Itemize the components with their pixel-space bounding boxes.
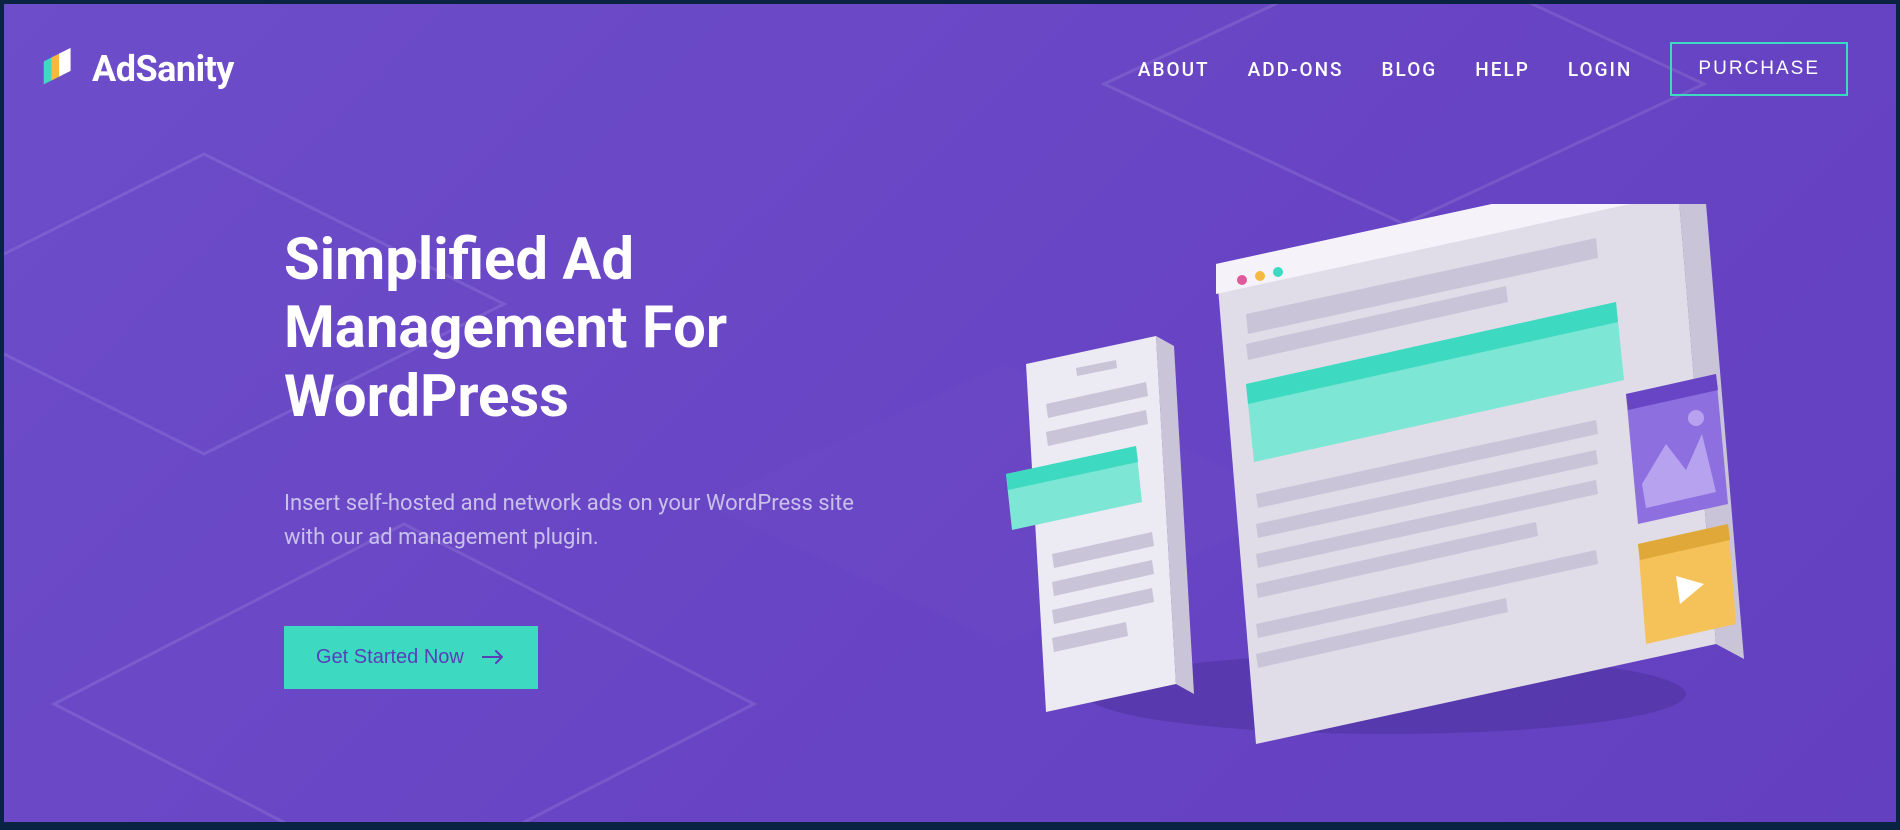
logo-text: AdSanity <box>92 48 234 90</box>
arrow-right-icon <box>482 649 506 665</box>
hero-copy: Simplified Ad Management For WordPress I… <box>284 226 944 689</box>
logo[interactable]: AdSanity <box>38 46 234 92</box>
cta-label: Get Started Now <box>316 646 464 669</box>
hero-subtitle: Insert self-hosted and network ads on yo… <box>284 487 884 555</box>
nav-blog[interactable]: BLOG <box>1382 58 1438 81</box>
purchase-button[interactable]: PURCHASE <box>1670 42 1848 96</box>
nav-help[interactable]: HELP <box>1475 58 1530 81</box>
main-nav: ABOUT ADD-ONS BLOG HELP LOGIN PURCHASE <box>1138 42 1848 96</box>
nav-login[interactable]: LOGIN <box>1568 58 1633 81</box>
hero-title: Simplified Ad Management For WordPress <box>284 226 944 431</box>
hero-section: Simplified Ad Management For WordPress I… <box>4 96 1896 689</box>
get-started-button[interactable]: Get Started Now <box>284 626 538 689</box>
nav-about[interactable]: ABOUT <box>1138 58 1210 81</box>
logo-icon <box>38 46 84 92</box>
site-header: AdSanity ABOUT ADD-ONS BLOG HELP LOGIN P… <box>4 4 1896 96</box>
nav-addons[interactable]: ADD-ONS <box>1248 58 1344 81</box>
